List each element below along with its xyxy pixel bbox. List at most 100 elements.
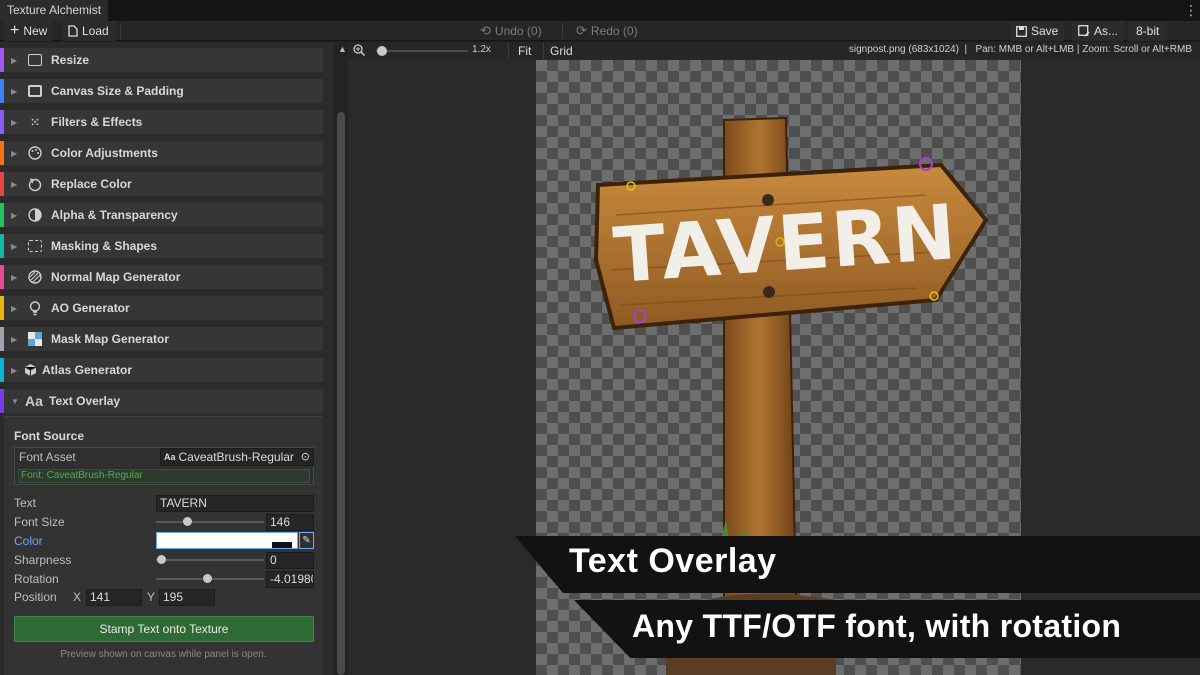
redo-button[interactable]: ⟳ Redo (0) <box>570 21 644 41</box>
section-label: Atlas Generator <box>42 363 133 377</box>
subline-text: Any TTF/OTF font, with rotation <box>632 608 1122 644</box>
normal-map-icon <box>27 270 43 284</box>
font-asset-label: Font Asset <box>19 450 76 464</box>
rotation-input[interactable]: -4.01980 <box>266 571 314 588</box>
save-as-label: As... <box>1094 24 1119 38</box>
section-label: Masking & Shapes <box>51 239 158 253</box>
load-button[interactable]: Load <box>62 21 115 41</box>
canvas-divider <box>543 42 544 59</box>
chevron-up-icon[interactable]: ▲ <box>338 44 347 54</box>
rotation-slider-knob[interactable] <box>203 574 212 583</box>
chevron-right-icon: ▶ <box>11 241 18 251</box>
section-filters[interactable]: ▶ ⁙ Filters & Effects <box>0 110 323 134</box>
new-button[interactable]: + New <box>4 21 54 41</box>
chevron-right-icon: ▶ <box>11 210 18 220</box>
position-x-label: X <box>73 590 82 604</box>
section-color-stripe <box>0 234 4 258</box>
undo-label: Undo (0) <box>494 24 542 38</box>
chevron-right-icon: ▶ <box>11 303 18 313</box>
mask-shapes-icon <box>27 239 43 253</box>
headline-text: Text Overlay <box>569 542 777 580</box>
mask-map-icon <box>27 332 43 346</box>
canvas-toolbar: ▲ 1.2x Fit Grid signpost.png (683x1024) … <box>338 42 1200 59</box>
preview-note: Preview shown on canvas while panel is o… <box>60 649 267 660</box>
font-source-heading: Font Source <box>14 429 85 443</box>
section-color-stripe <box>0 265 4 289</box>
font-asset-value: CaveatBrush-Regular <box>178 449 294 464</box>
window-title: Texture Alchemist <box>0 0 109 21</box>
font-asset-icon: Aa <box>164 451 176 462</box>
font-status: Font: CaveatBrush-Regular <box>21 470 143 481</box>
text-label: Text <box>14 496 37 510</box>
save-button[interactable]: Save <box>1010 21 1065 41</box>
sharpness-slider[interactable] <box>156 559 264 561</box>
section-masking[interactable]: ▶ Masking & Shapes <box>0 234 323 258</box>
canvas-divider <box>508 42 509 59</box>
grid-button[interactable]: Grid <box>550 44 573 58</box>
font-size-slider[interactable] <box>156 521 264 523</box>
undo-button[interactable]: ⟲ Undo (0) <box>474 21 548 41</box>
lightbulb-icon <box>27 300 43 315</box>
resize-icon <box>27 53 43 67</box>
chevron-right-icon: ▶ <box>11 86 18 96</box>
replace-color-icon <box>27 177 43 192</box>
plus-icon: + <box>10 22 20 39</box>
cube-icon <box>22 363 38 377</box>
section-label: Alpha & Transparency <box>51 208 178 222</box>
font-size-input[interactable]: 146 <box>266 514 314 531</box>
zoom-slider-knob[interactable] <box>377 46 387 56</box>
section-ao-generator[interactable]: ▶ AO Generator <box>0 296 323 320</box>
target-icon[interactable]: ⊙ <box>301 450 310 465</box>
chevron-right-icon: ▶ <box>11 55 18 65</box>
section-text-overlay[interactable]: ▼ Aa Text Overlay <box>0 389 323 413</box>
chevron-right-icon: ▶ <box>11 179 18 189</box>
chevron-down-icon: ▼ <box>11 396 19 406</box>
filter-icon: ⁙ <box>30 116 40 129</box>
sharpness-slider-knob[interactable] <box>157 555 166 564</box>
section-canvas-size[interactable]: ▶ Canvas Size & Padding <box>0 79 323 103</box>
section-label: Resize <box>51 53 90 67</box>
toolbar: + New Load ⟲ Undo (0) ⟳ Redo (0) Save As… <box>0 21 1200 41</box>
kebab-icon[interactable]: ⋮ <box>1184 2 1198 19</box>
section-label: Replace Color <box>51 177 132 191</box>
toolbar-divider <box>120 23 121 39</box>
rotation-label: Rotation <box>14 572 59 586</box>
save-as-button[interactable]: As... <box>1072 21 1125 41</box>
eyedropper-icon[interactable]: ✎ <box>299 532 314 549</box>
position-x-input[interactable]: 141 <box>86 589 142 606</box>
position-y-label: Y <box>147 590 156 604</box>
load-label: Load <box>82 24 109 38</box>
file-icon <box>68 25 78 37</box>
bit-depth-button[interactable]: 8-bit <box>1128 21 1168 41</box>
position-y-input[interactable]: 195 <box>159 589 215 606</box>
section-color-stripe <box>0 110 4 134</box>
fit-button[interactable]: Fit <box>518 44 531 58</box>
new-label: New <box>23 24 48 38</box>
text-input[interactable]: TAVERN <box>156 495 314 512</box>
redo-icon: ⟳ <box>576 23 587 38</box>
sharpness-input[interactable]: 0 <box>266 552 314 569</box>
canvas-size-icon <box>27 84 43 98</box>
alpha-icon <box>27 208 43 222</box>
save-as-icon <box>1078 25 1090 37</box>
section-alpha[interactable]: ▶ Alpha & Transparency <box>0 203 323 227</box>
section-normal-map[interactable]: ▶ Normal Map Generator <box>0 265 323 289</box>
text-overlay-panel: Font Source Font Asset Aa CaveatBrush-Re… <box>4 416 323 675</box>
sidebar-scroll-thumb[interactable] <box>337 112 345 675</box>
font-asset-picker[interactable]: Aa CaveatBrush-Regular ⊙ <box>160 448 314 466</box>
stamp-text-button[interactable]: Stamp Text onto Texture <box>14 616 314 642</box>
section-mask-map[interactable]: ▶ Mask Map Generator <box>0 327 323 351</box>
section-color-stripe <box>0 389 4 413</box>
subline-banner: Any TTF/OTF font, with rotation <box>574 600 1200 658</box>
section-color-stripe <box>0 327 4 351</box>
font-size-slider-knob[interactable] <box>183 517 192 526</box>
section-color-adjustments[interactable]: ▶ Color Adjustments <box>0 141 323 165</box>
section-atlas[interactable]: ▶ Atlas Generator <box>0 358 323 382</box>
section-label: Color Adjustments <box>51 146 158 160</box>
chevron-right-icon: ▶ <box>11 334 18 344</box>
section-replace-color[interactable]: ▶ Replace Color <box>0 172 323 196</box>
zoom-slider[interactable] <box>376 50 468 52</box>
section-resize[interactable]: ▶ Resize <box>0 48 323 72</box>
sharpness-label: Sharpness <box>14 553 72 567</box>
zoom-icon <box>353 44 365 56</box>
